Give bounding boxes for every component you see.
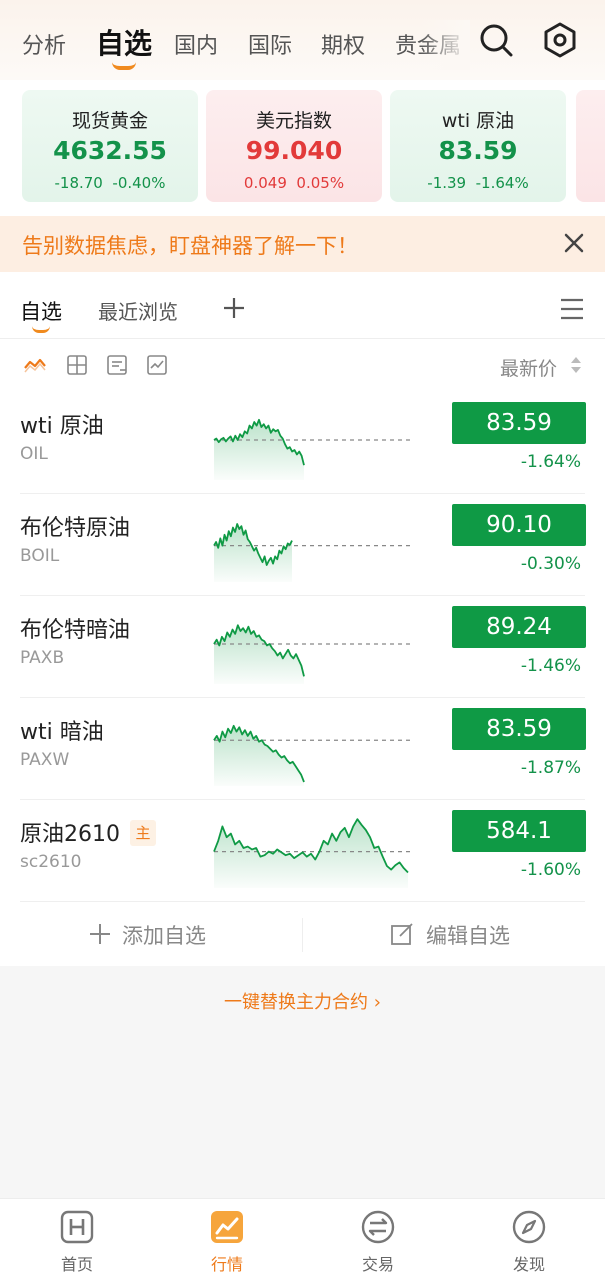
promo-banner[interactable]: 告别数据焦虑，盯盘神器了解一下！ [0,216,605,272]
nav-market[interactable]: 行情 [182,1209,272,1275]
price-box: 584.1 [452,810,586,852]
trade-icon [361,1210,395,1244]
home-icon [60,1210,94,1244]
quote-price: 99.040 [245,136,343,165]
watchlist-row[interactable]: 布伦特原油 BOIL 90.10 -0.30% [0,494,605,596]
menu-icon[interactable] [560,298,584,320]
divider [0,338,605,339]
nav-label: 发现 [512,1255,545,1274]
quote-card-strip: 现货黄金 4632.55 -18.70 -0.40% 美元指数 99.040 0… [0,88,605,204]
nav-label: 行情 [210,1255,243,1274]
top-nav: 分析 自选 国内 国际 期权 贵金属 [0,0,605,80]
add-icon[interactable] [88,922,112,946]
settings-icon[interactable] [542,22,578,58]
watchlist-row[interactable]: wti 暗油 PAXW 83.59 -1.87% [0,698,605,800]
sparkline-view-icon[interactable] [24,354,46,376]
sparkline-area [214,725,304,786]
percent-change: -1.64% [520,452,581,472]
view-toolbar: 最新价 [0,346,605,386]
quote-card[interactable]: 现货黄金 4632.55 -18.70 -0.40% [22,90,198,202]
tab-fade-mask [420,20,470,70]
tab-analysis[interactable]: 分析 [22,28,66,60]
price-box: 83.59 [452,402,586,444]
nav-trade[interactable]: 交易 [333,1209,423,1275]
watchlist-row[interactable]: wti 原油 OIL 83.59 -1.64% [0,392,605,494]
quote-card-partial[interactable] [576,90,605,202]
quote-name: 现货黄金 [71,110,148,132]
search-icon[interactable] [478,22,514,58]
instrument-name: 布伦特原油 [20,516,131,541]
tab-watchlist[interactable]: 自选 [96,22,152,62]
grid-view-icon[interactable] [66,354,88,376]
instrument-name: 原油2610 [20,822,120,847]
close-icon[interactable] [561,230,587,256]
edit-icon[interactable] [390,922,414,946]
detail-view-icon[interactable] [106,354,128,376]
instrument-name: 布伦特暗油 [20,618,131,643]
app-root: 分析 自选 国内 国际 期权 贵金属 现货黄金 4632.55 -18.70 -… [0,0,605,1280]
quote-name: 美元指数 [255,110,332,132]
edit-watchlist-button[interactable]: 编辑自选 [426,920,510,950]
sparkline [213,418,410,480]
sub-tabs: 自选 最近浏览 [0,278,605,338]
tab-options[interactable]: 期权 [321,28,365,60]
discover-icon [512,1210,546,1244]
sparkline [213,523,410,582]
quote-price: 4632.55 [53,136,167,165]
quote-name: wti 原油 [441,110,515,132]
add-group-icon[interactable] [222,296,246,320]
switch-main-contract-link[interactable]: 一键替换主力合约 › [0,988,605,1014]
quote-change: 0.049 0.05% [243,174,345,192]
tab-domestic[interactable]: 国内 [174,28,218,60]
subtab-indicator [32,326,50,333]
instrument-code: BOIL [20,546,60,566]
instrument-code: PAXB [20,648,65,668]
nav-label: 首页 [60,1255,93,1274]
price-box: 83.59 [452,708,586,750]
instrument-code: OIL [20,444,48,464]
nav-home[interactable]: 首页 [32,1209,122,1275]
percent-change: -1.60% [520,860,581,880]
market-icon [211,1211,243,1243]
quote-change: -18.70 -0.40% [54,174,166,192]
instrument-code: sc2610 [20,852,82,872]
sparkline [213,818,410,888]
sparkline [213,624,410,684]
instrument-name: wti 暗油 [20,720,104,745]
nav-label: 交易 [361,1255,394,1274]
instrument-code: PAXW [20,750,70,770]
bottom-nav: 首页 行情 交易 发现 [0,1198,605,1280]
action-separator [302,918,303,952]
quote-change: -1.39 -1.64% [427,174,529,192]
active-tab-indicator [112,62,136,70]
watchlist-row[interactable]: 原油2610 主 sc2610 584.1 -1.60% [0,800,605,902]
sparkline [213,724,410,786]
price-box: 90.10 [452,504,586,546]
quote-price: 83.59 [438,136,518,165]
percent-change: -1.46% [520,656,581,676]
quote-card[interactable]: 美元指数 99.040 0.049 0.05% [206,90,382,202]
add-watchlist-button[interactable]: 添加自选 [122,920,206,950]
subtab-recent[interactable]: 最近浏览 [98,296,178,325]
subtab-watchlist[interactable]: 自选 [20,296,62,326]
tab-international[interactable]: 国际 [248,28,292,60]
sort-icon[interactable] [570,356,582,374]
row-divider [20,901,585,902]
sort-by-price[interactable]: 最新价 [500,354,557,381]
chart-view-icon[interactable] [146,354,168,376]
instrument-name: wti 原油 [20,414,104,439]
watchlist-row[interactable]: 布伦特暗油 PAXB 89.24 -1.46% [0,596,605,698]
promo-banner-text: 告别数据焦虑，盯盘神器了解一下！ [22,234,358,258]
main-contract-badge: 主 [130,820,156,846]
watchlist-actions: 添加自选 编辑自选 [0,904,605,966]
nav-discover[interactable]: 发现 [484,1209,574,1275]
percent-change: -1.87% [520,758,581,778]
percent-change: -0.30% [520,554,581,574]
price-box: 89.24 [452,606,586,648]
quote-card[interactable]: wti 原油 83.59 -1.39 -1.64% [390,90,566,202]
